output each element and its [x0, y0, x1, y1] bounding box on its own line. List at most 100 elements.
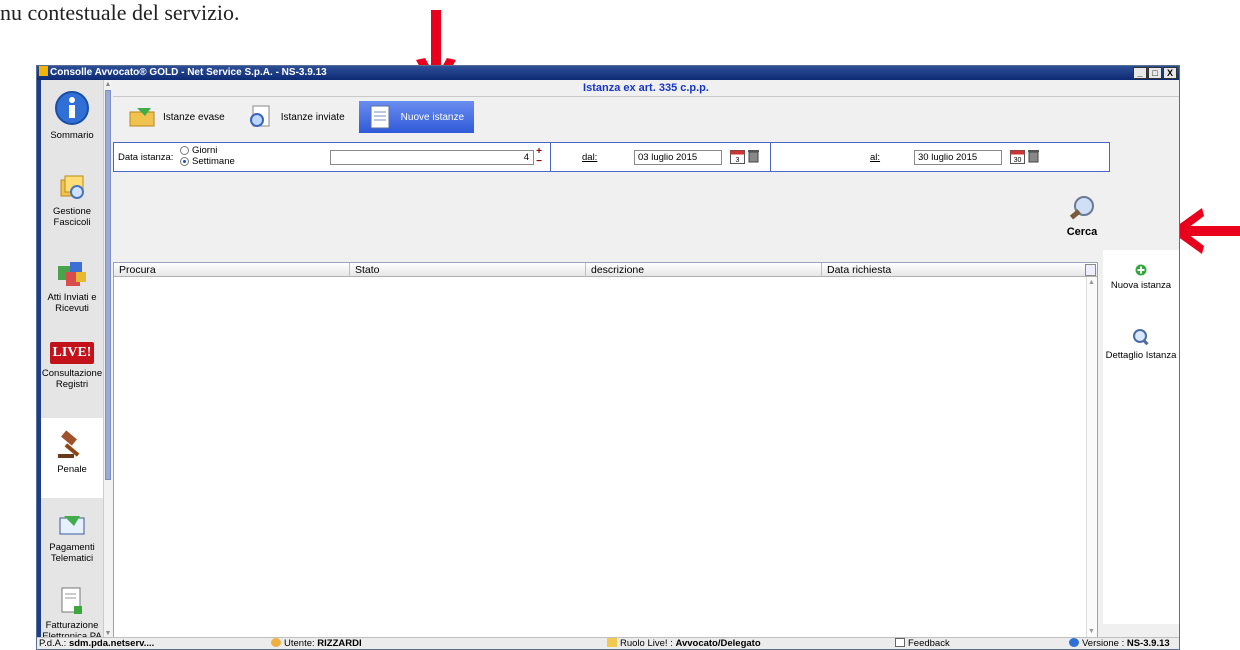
folder-arrow-icon [129, 108, 155, 127]
role-value: Avvocato/Delegato [675, 638, 761, 649]
tab-istanze-inviate[interactable]: Istanze inviate [238, 101, 355, 133]
action-panel: Nuova istanza Dettaglio Istanza [1103, 250, 1179, 624]
sidebar-item-label: Consultazione Registri [41, 368, 103, 390]
pda-status: P.d.A.: sdm.pda.netserv.... [39, 638, 154, 649]
sidebar-item-sommario[interactable]: Sommario [41, 90, 103, 160]
info-icon [55, 91, 89, 125]
table-scrollbar[interactable]: ▲ ▼ [1086, 277, 1097, 637]
magnifier-icon [1133, 329, 1149, 346]
sidebar-item-label: Pagamenti Telematici [49, 542, 95, 564]
scroll-up-icon[interactable]: ▲ [104, 81, 112, 88]
info-icon [1069, 638, 1079, 647]
divider [550, 143, 551, 171]
radio-giorni[interactable]: Giorni [180, 145, 217, 156]
mail-icon [895, 638, 905, 647]
spinner-plus-minus-icon[interactable]: + − [534, 147, 544, 167]
scroll-down-icon[interactable]: ▼ [1088, 628, 1095, 635]
scroll-up-icon[interactable]: ▲ [1088, 279, 1095, 286]
radio-label: Settimane [192, 156, 235, 167]
status-bar: P.d.A.: sdm.pda.netserv.... Utente: RIZZ… [37, 637, 1179, 649]
search-icon [1069, 196, 1094, 220]
live-icon: LIVE! [50, 342, 94, 364]
tab-label: Nuove istanze [400, 111, 465, 123]
main-content: Istanza ex art. 335 c.p.p. Istanze evase… [113, 80, 1179, 638]
user-label: Utente: [284, 638, 315, 649]
radio-button[interactable] [180, 146, 189, 155]
folders-icon [60, 175, 84, 199]
user-value: RIZZARDI [317, 638, 362, 649]
search-label: Cerca [1066, 226, 1098, 238]
sidebar-item-consultazione-registri[interactable]: LIVE! Consultazione Registri [41, 342, 103, 402]
pda-label: P.d.A.: [39, 638, 67, 649]
data-istanza-label: Data istanza: [118, 152, 174, 163]
gavel-icon [58, 430, 80, 458]
window-title: Consolle Avvocato® GOLD - Net Service S.… [50, 67, 327, 78]
sidebar-scroll-thumb[interactable] [105, 90, 111, 480]
close-button[interactable]: X [1163, 67, 1177, 79]
role-status: Ruolo Live! : Avvocato/Delegato [607, 638, 761, 649]
version-label: Versione : [1082, 638, 1125, 649]
dettaglio-istanza-button[interactable]: Dettaglio Istanza [1103, 328, 1179, 361]
radio-settimane[interactable]: Settimane [180, 156, 235, 167]
calendar-icon[interactable]: 30 [1010, 149, 1025, 164]
minimize-button[interactable]: _ [1133, 67, 1147, 79]
app-window: Consolle Avvocato® GOLD - Net Service S.… [36, 65, 1180, 650]
action-label: Nuova istanza [1110, 280, 1172, 291]
sidebar-scrollbar[interactable]: ▲ ▼ [103, 80, 112, 638]
page-title: Istanza ex art. 335 c.p.p. [113, 80, 1179, 97]
pda-value: sdm.pda.netserv.... [68, 638, 155, 649]
search-button[interactable]: Cerca [1061, 194, 1103, 246]
sidebar-item-atti-inviati[interactable]: Atti Inviati e Ricevuti [41, 258, 103, 328]
user-icon [271, 638, 281, 647]
radio-button[interactable] [180, 157, 189, 166]
tab-istanze-evase[interactable]: Istanze evase [121, 101, 235, 133]
version-value: NS-3.9.13 [1126, 638, 1170, 649]
maximize-button[interactable]: □ [1148, 67, 1162, 79]
tab-label: Istanze evase [163, 111, 225, 123]
count-input[interactable]: 4 [330, 150, 534, 165]
sidebar-item-pagamenti-telematici[interactable]: Pagamenti Telematici [41, 512, 103, 572]
column-header-descrizione[interactable]: descrizione [586, 263, 822, 277]
column-chooser-icon[interactable] [1085, 264, 1096, 276]
sidebar-item-label: Penale [57, 464, 87, 475]
column-header-stato[interactable]: Stato [350, 263, 586, 277]
new-document-icon [370, 105, 390, 129]
sidebar-item-fatturazione[interactable]: Fatturazione Elettronica PA [41, 586, 103, 642]
window-titlebar[interactable]: Consolle Avvocato® GOLD - Net Service S.… [37, 66, 1179, 80]
sidebar-item-gestione-fascicoli[interactable]: Gestione Fascicoli [41, 172, 103, 242]
role-label: Ruolo Live! : [620, 638, 673, 649]
results-table: Procura Stato descrizione Data richiesta… [113, 262, 1098, 638]
payment-icon [59, 516, 85, 535]
sidebar-item-penale[interactable]: Penale [41, 418, 103, 498]
column-header-procura[interactable]: Procura [114, 263, 350, 277]
feedback-link[interactable]: Feedback [895, 638, 950, 649]
svg-text:3: 3 [736, 157, 740, 164]
filter-panel: Data istanza: Giorni Settimane 4 + − dal:… [113, 142, 1110, 172]
feedback-label: Feedback [908, 638, 950, 649]
document-search-icon [249, 105, 270, 127]
dal-label: dal: [582, 152, 598, 163]
folder-icon [607, 638, 617, 647]
scroll-down-icon[interactable]: ▼ [104, 630, 112, 637]
documents-icon [58, 262, 86, 286]
sidebar-item-label: Gestione Fascicoli [52, 206, 92, 228]
version-status: Versione : NS-3.9.13 [1069, 638, 1170, 649]
table-header: Procura Stato descrizione Data richiesta [114, 263, 1097, 277]
sidebar-item-label: Sommario [50, 130, 94, 141]
radio-label: Giorni [192, 145, 218, 156]
document-caption: nu contestuale del servizio. [0, 0, 240, 25]
column-header-data-richiesta[interactable]: Data richiesta [822, 263, 1086, 277]
trash-icon[interactable] [748, 149, 759, 163]
tab-nuove-istanze[interactable]: Nuove istanze [358, 101, 475, 133]
user-status: Utente: RIZZARDI [271, 638, 362, 649]
invoice-icon [61, 587, 82, 614]
svg-text:30: 30 [1014, 157, 1022, 164]
trash-icon[interactable] [1028, 149, 1039, 163]
sidebar: Sommario Gestione Fascicoli Atti Inviati… [41, 80, 103, 642]
dal-date-field[interactable]: 03 luglio 2015 [634, 150, 722, 165]
al-label: al: [870, 152, 881, 163]
nuova-istanza-button[interactable]: Nuova istanza [1103, 264, 1179, 291]
calendar-icon[interactable]: 3 [730, 149, 745, 164]
tab-label: Istanze inviate [280, 111, 345, 123]
al-date-field[interactable]: 30 luglio 2015 [914, 150, 1002, 165]
